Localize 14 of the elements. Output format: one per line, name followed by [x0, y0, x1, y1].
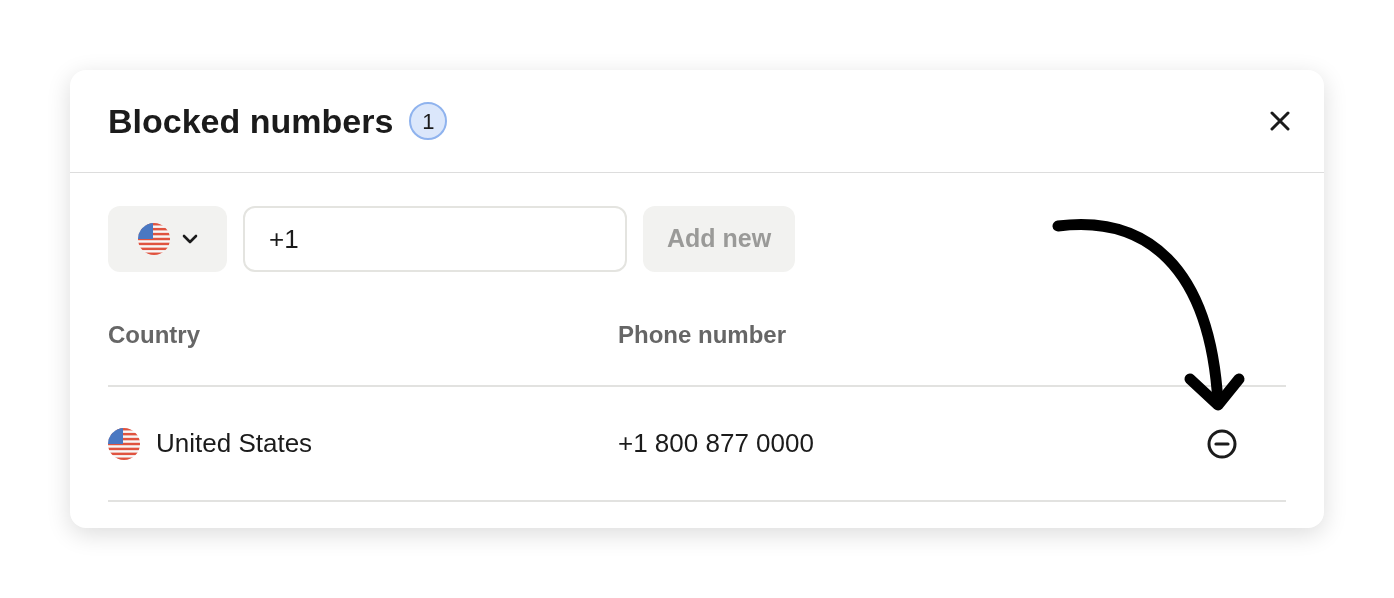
phone-input[interactable]: +1	[243, 206, 627, 272]
column-header: Country	[108, 320, 201, 350]
close-icon	[1270, 111, 1290, 131]
country-name: United States	[156, 427, 313, 460]
minus-circle-icon	[1207, 428, 1237, 459]
remove-button[interactable]	[1206, 427, 1238, 460]
dialog-title: Blocked numbers	[108, 100, 394, 142]
chevron-down-icon	[181, 234, 198, 244]
count-badge: 1	[409, 102, 448, 140]
flag-icon	[108, 427, 140, 460]
country-dropdown[interactable]	[108, 206, 227, 272]
column-header: Phone number	[618, 320, 787, 350]
phone-number: +1 800 877 0000	[618, 427, 815, 460]
flag-icon	[137, 223, 170, 255]
